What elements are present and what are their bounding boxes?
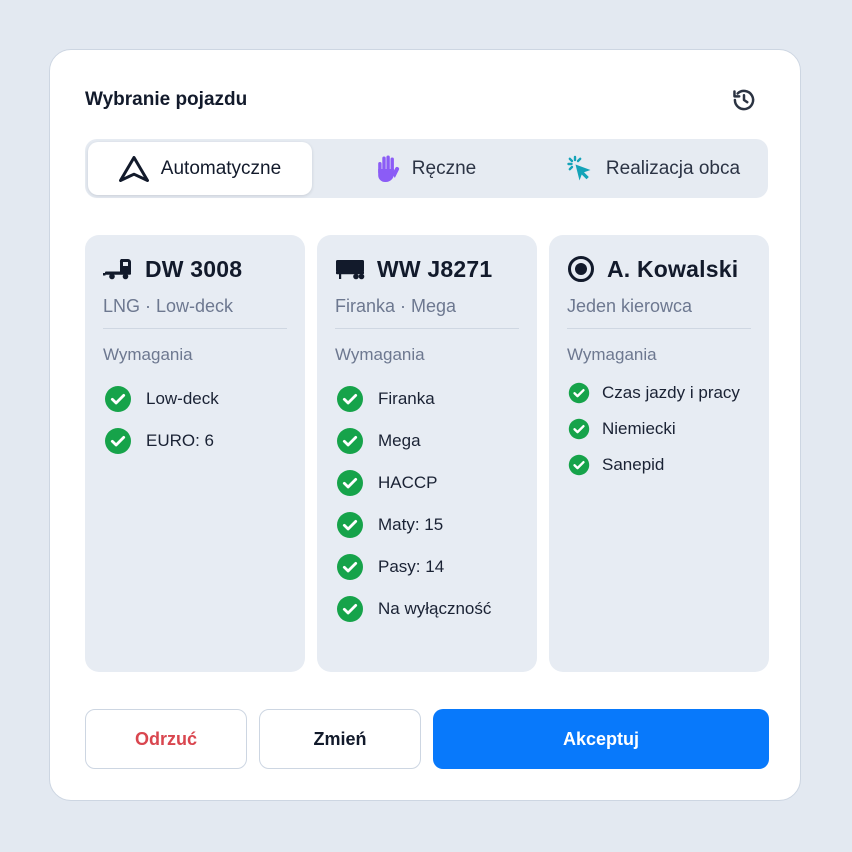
tractor-requirements-list: Low-deck EURO: 6 [104,378,219,462]
change-button[interactable]: Zmień [259,709,421,769]
list-item: Niemiecki [568,411,740,447]
reject-button[interactable]: Odrzuć [85,709,247,769]
tractor-column[interactable]: DW 3008 LNG · Low-deck Wymagania Low-dec… [85,235,305,672]
list-item: EURO: 6 [104,420,219,462]
requirements-label: Wymagania [335,345,425,364]
assignment-mode-tabs: Automatyczne Ręczne Realizacja obca [85,139,768,198]
driver-name: A. Kowalski [607,255,739,282]
list-item: Firanka [336,378,491,420]
tractor-header: DW 3008 [103,254,242,284]
list-item: Sanepid [568,447,740,483]
history-button[interactable] [730,86,758,114]
trailer-plate: WW J8271 [377,255,493,282]
tab-external-label: Realizacja obca [605,157,741,179]
tractor-specs: LNG · Low-deck [103,296,234,316]
tab-automatic-label: Automatyczne [160,157,282,179]
accept-button[interactable]: Akceptuj [433,709,769,769]
driver-radio-icon [567,255,595,283]
navigation-arrow-icon [118,155,149,182]
tab-automatic[interactable]: Automatyczne [88,142,312,195]
vehicle-selection-card: Wybranie pojazdu Automatyczne Ręczne Rea… [49,49,801,801]
check-circle-icon [104,385,132,413]
trailer-requirements-list: Firanka Mega HACCP Maty: 15 Pasy: 14 Na … [336,378,491,630]
cursor-click-icon [566,155,594,183]
hand-icon [374,154,400,184]
check-circle-icon [568,418,590,440]
tractor-plate: DW 3008 [145,255,243,282]
requirements-label: Wymagania [567,345,657,364]
truck-tractor-icon [103,258,133,280]
list-item: Mega [336,420,491,462]
divider [567,328,751,329]
trailer-specs: Firanka · Mega [335,296,457,316]
list-item: Na wyłączność [336,588,491,630]
tab-manual-label: Ręczne [411,157,477,179]
check-circle-icon [568,454,590,476]
list-item: Pasy: 14 [336,546,491,588]
list-item: Maty: 15 [336,504,491,546]
check-circle-icon [104,427,132,455]
tab-manual[interactable]: Ręczne [335,142,515,195]
driver-requirements-list: Czas jazdy i pracy Niemiecki Sanepid [568,375,740,483]
check-circle-icon [336,595,364,623]
divider [335,328,519,329]
check-circle-icon [568,382,590,404]
check-circle-icon [336,385,364,413]
tab-external[interactable]: Realizacja obca [540,142,766,195]
list-item: Czas jazdy i pracy [568,375,740,411]
list-item: Low-deck [104,378,219,420]
check-circle-icon [336,511,364,539]
trailer-header: WW J8271 [335,254,492,284]
requirements-label: Wymagania [103,345,193,364]
check-circle-icon [336,427,364,455]
check-circle-icon [336,553,364,581]
check-circle-icon [336,469,364,497]
history-icon [733,89,755,111]
page-title: Wybranie pojazdu [85,89,248,110]
divider [103,328,287,329]
trailer-column[interactable]: WW J8271 Firanka · Mega Wymagania Firank… [317,235,537,672]
list-item: HACCP [336,462,491,504]
driver-specs: Jeden kierowca [567,296,693,316]
trailer-icon [335,258,365,280]
driver-column[interactable]: A. Kowalski Jeden kierowca Wymagania Cza… [549,235,769,672]
driver-header: A. Kowalski [567,254,738,284]
